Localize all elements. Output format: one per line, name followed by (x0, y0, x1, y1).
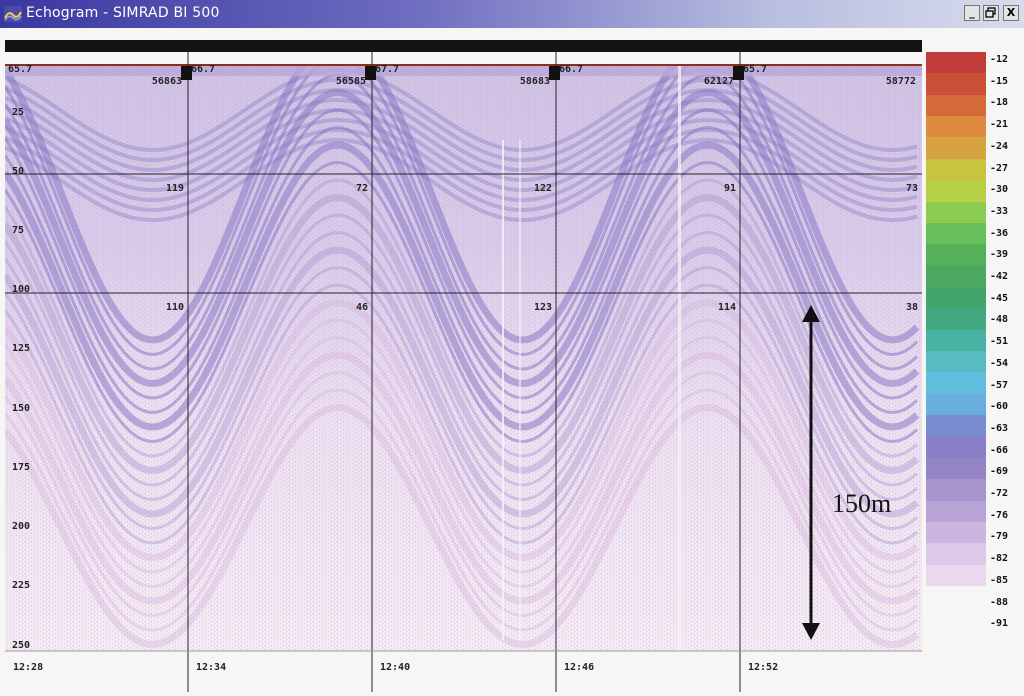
color-scale-swatch (926, 158, 986, 181)
depth-label: 50 (12, 166, 25, 177)
color-scale-swatch (926, 222, 986, 245)
sample-count: 91 (723, 183, 736, 194)
surface-band (5, 66, 922, 76)
color-scale-swatch (926, 500, 986, 523)
color-scale-label: -27 (990, 162, 1009, 174)
color-scale-label: -18 (990, 97, 1009, 109)
sample-count: 73 (905, 183, 918, 194)
depth-label: 75 (12, 225, 25, 236)
color-scale-label: -76 (990, 509, 1009, 521)
color-scale-swatch (926, 415, 986, 437)
color-scale-swatch (926, 286, 986, 309)
echogram-canvas[interactable] (0, 0, 1024, 696)
color-scale-label: -85 (990, 574, 1009, 586)
color-scale-swatch (926, 521, 986, 544)
color-scale-label: -66 (990, 444, 1009, 456)
ping-number: 62127 (703, 76, 734, 87)
time-label: 12:28 (13, 662, 44, 673)
sample-count: 110 (165, 302, 184, 313)
color-scale-label: -33 (990, 205, 1009, 217)
color-scale-swatch (926, 393, 986, 416)
color-scale-label: -69 (990, 466, 1009, 478)
color-scale-swatch (926, 116, 986, 138)
time-label: 12:46 (564, 662, 595, 673)
color-scale-swatch (926, 457, 986, 480)
color-scale-label: -91 (990, 618, 1009, 630)
color-scale-label: -51 (990, 336, 1009, 348)
color-scale-swatch (926, 52, 986, 74)
color-scale-label: -42 (990, 271, 1009, 282)
color-scale-swatch (926, 436, 986, 459)
depth-label: 250 (12, 640, 31, 651)
depth-label: 25 (12, 107, 25, 118)
color-scale-label: -39 (990, 249, 1009, 261)
color-scale-label: -48 (990, 314, 1009, 326)
ping-number: 58683 (519, 76, 550, 87)
color-scale-label: -60 (990, 401, 1009, 413)
depth-label: 225 (12, 580, 31, 591)
depth-label: 200 (12, 521, 31, 532)
depth-label: 125 (12, 343, 31, 354)
color-scale-swatch (926, 308, 986, 331)
color-scale-label: -12 (990, 54, 1009, 65)
depth-label: 100 (12, 284, 31, 295)
sample-count: 114 (717, 302, 736, 313)
ping-number: 56585 (335, 76, 366, 87)
sample-count: 122 (533, 183, 552, 194)
color-scale-label: -82 (990, 553, 1009, 565)
color-scale-label: -36 (990, 227, 1009, 239)
color-scale-label: -21 (990, 119, 1009, 131)
ping-number: 56863 (151, 76, 182, 87)
color-scale-bar (926, 52, 986, 587)
color-scale-swatch (926, 201, 986, 224)
top-value: 65.7 (8, 64, 33, 75)
color-scale-swatch (926, 180, 986, 203)
color-scale-label: -79 (990, 531, 1009, 543)
sample-count: 38 (905, 302, 918, 313)
color-scale-label: -63 (990, 422, 1009, 434)
color-scale-swatch (926, 265, 986, 288)
ping-number: 58772 (885, 76, 916, 87)
sample-count: 46 (355, 302, 368, 313)
color-scale-label: -88 (990, 596, 1009, 608)
sample-count: 72 (355, 183, 368, 194)
time-label: 12:40 (380, 662, 411, 673)
sample-count: 119 (165, 183, 184, 194)
color-scale-swatch (926, 351, 986, 373)
color-scale-label: -15 (990, 75, 1009, 87)
sample-count: 123 (533, 302, 552, 313)
color-scale-swatch (926, 372, 986, 395)
depth-label: 175 (12, 462, 31, 473)
depth-label: 150 (12, 403, 31, 414)
color-scale-swatch (926, 564, 986, 587)
echo-noise-texture (5, 66, 922, 651)
color-scale-swatch (926, 479, 986, 502)
color-scale-label: -45 (990, 292, 1009, 304)
color-scale-label: -72 (990, 488, 1009, 499)
color-scale-swatch (926, 94, 986, 117)
color-scale-swatch (926, 137, 986, 160)
top-value: 65.7 (743, 64, 768, 75)
color-scale-swatch (926, 329, 986, 352)
top-value: 66.7 (191, 64, 216, 75)
color-scale-label: -30 (990, 184, 1009, 196)
time-label: 12:52 (748, 662, 779, 673)
depth-annotation: 150m (832, 489, 892, 518)
color-scale-swatch (926, 73, 986, 96)
color-scale-swatch (926, 244, 986, 267)
top-value: 66.7 (559, 64, 584, 75)
color-scale-swatch (926, 543, 986, 566)
color-scale-label: -54 (990, 357, 1009, 369)
color-scale-label: -57 (990, 379, 1009, 391)
time-label: 12:34 (196, 662, 227, 673)
top-value: 67.7 (375, 64, 400, 75)
color-scale-label: -24 (990, 140, 1009, 152)
